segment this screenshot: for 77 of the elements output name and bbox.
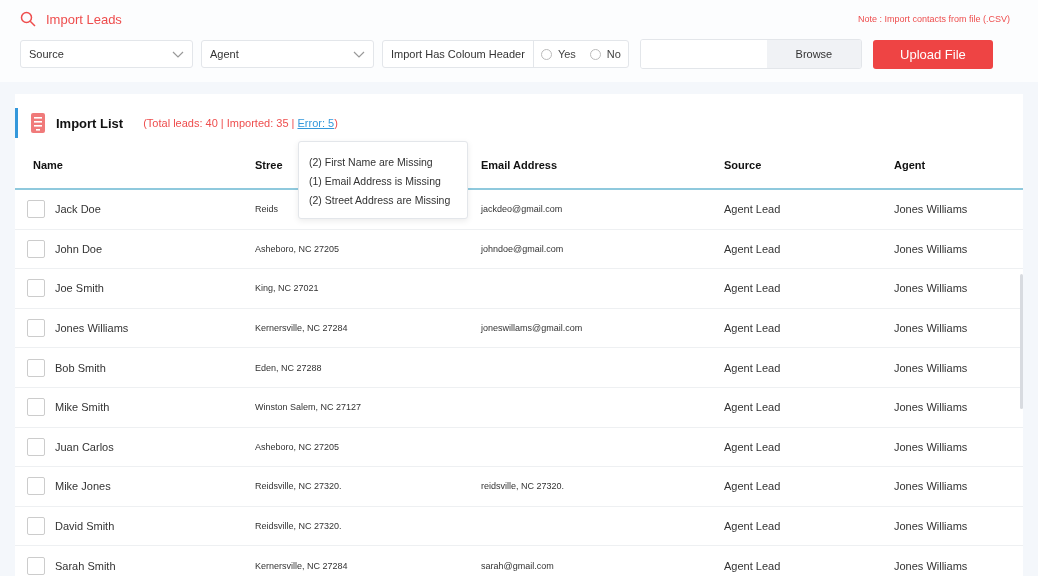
import-summary: (Total leads: 40 | Imported: 35 | Error: 5) <box>143 117 338 129</box>
street-cell-text: Reidsville, NC 27320. <box>255 481 343 492</box>
street-cell-text: Winston Salem, NC 27127 <box>255 402 363 413</box>
row-checkbox[interactable] <box>27 437 45 456</box>
agent-cell-text: Jones Williams <box>894 322 969 335</box>
row-checkbox[interactable] <box>27 556 45 575</box>
name-cell: Jack Doe <box>55 203 101 216</box>
row-checkbox[interactable] <box>27 239 45 258</box>
column-header: Source <box>724 159 762 171</box>
agent-cell-text: Jones Williams <box>894 203 969 216</box>
header-option-label: Import Has Coloum Header <box>383 41 534 67</box>
agent-cell-text: Jones Williams <box>894 401 969 414</box>
search-icon <box>20 11 36 27</box>
column-header: Agent <box>894 159 926 171</box>
column-header: Email Address <box>481 159 557 171</box>
radio-option[interactable]: No <box>582 48 628 60</box>
row-checkbox[interactable] <box>27 398 45 417</box>
name-cell: Bob Smith <box>55 361 106 374</box>
agent-cell-text: Jones Williams <box>894 361 969 374</box>
agent-cell-text: Jones Williams <box>894 242 969 255</box>
street-cell-text: Eden, NC 27288 <box>255 362 323 373</box>
street-cell-text: King, NC 27021 <box>255 283 320 294</box>
name-cell: Sarah Smith <box>55 559 116 572</box>
name-cell: Mike Jones <box>55 480 111 493</box>
source-cell-text: Agent Lead <box>724 401 782 414</box>
import-note: Note : Import contacts from file (.CSV) <box>857 14 1010 24</box>
street-cell-text: Kernersville, NC 27284 <box>255 560 349 571</box>
street-cell-text: Asheboro, NC 27205 <box>255 243 341 254</box>
source-cell-text: Agent Lead <box>724 242 782 255</box>
source-cell-text: Agent Lead <box>724 361 782 374</box>
agent-cell-text: Jones Williams <box>894 520 969 533</box>
row-checkbox[interactable] <box>27 200 45 219</box>
street-cell-text: Kernersville, NC 27284 <box>255 323 349 334</box>
column-header: Stree <box>255 159 283 171</box>
source-cell-text: Agent Lead <box>724 480 782 493</box>
source-dropdown[interactable]: Source <box>20 40 193 68</box>
street-cell-text: Asheboro, NC 27205 <box>255 441 341 452</box>
row-checkbox[interactable] <box>27 319 45 338</box>
clipboard-list-icon <box>30 112 46 134</box>
email-cell-text: johndoe@gmail.com <box>481 243 565 254</box>
name-cell: Mike Smith <box>55 401 110 414</box>
agent-cell-text: Jones Williams <box>894 282 969 295</box>
column-header: Name <box>32 159 63 171</box>
upload-file-button[interactable]: Upload File <box>872 39 993 69</box>
list-title: Import List <box>56 115 124 131</box>
email-cell-text: sarah@gmail.com <box>481 560 555 571</box>
name-cell: John Doe <box>55 242 103 255</box>
agent-cell-text: Jones Williams <box>894 559 969 572</box>
row-checkbox[interactable] <box>27 517 45 536</box>
email-cell-text: reidsville, NC 27320. <box>481 481 566 492</box>
name-cell: Joe Smith <box>55 282 104 295</box>
row-checkbox[interactable] <box>27 279 45 298</box>
error-item: (2) First Name are Missing <box>309 156 434 168</box>
radio-option[interactable]: Yes <box>533 48 583 60</box>
street-cell-text: Reids <box>255 204 279 215</box>
source-cell-text: Agent Lead <box>724 559 782 572</box>
source-cell-text: Agent Lead <box>724 440 782 453</box>
email-cell-text: jackdeo@gmail.com <box>481 204 564 215</box>
source-cell-text: Agent Lead <box>724 520 782 533</box>
agent-dropdown[interactable]: Agent <box>201 40 374 68</box>
email-cell-text: joneswillams@gmail.com <box>481 323 584 334</box>
name-cell: Juan Carlos <box>55 440 114 453</box>
street-cell-text: Reidsville, NC 27320. <box>255 521 343 532</box>
chevron-down-icon <box>353 50 365 58</box>
source-cell-text: Agent Lead <box>724 322 782 335</box>
page-title: Import Leads <box>46 11 122 27</box>
agent-cell-text: Jones Williams <box>894 480 969 493</box>
error-item: (2) Street Address are Missing <box>309 194 452 206</box>
row-checkbox[interactable] <box>27 477 45 496</box>
name-cell: Jones Williams <box>55 322 129 335</box>
row-checkbox[interactable] <box>27 358 45 377</box>
chevron-down-icon <box>172 50 184 58</box>
error-item: (1) Email Address is Missing <box>309 175 442 187</box>
agent-cell-text: Jones Williams <box>894 440 969 453</box>
source-cell-text: Agent Lead <box>724 203 782 216</box>
name-cell: David Smith <box>55 520 115 533</box>
source-cell-text: Agent Lead <box>724 282 782 295</box>
